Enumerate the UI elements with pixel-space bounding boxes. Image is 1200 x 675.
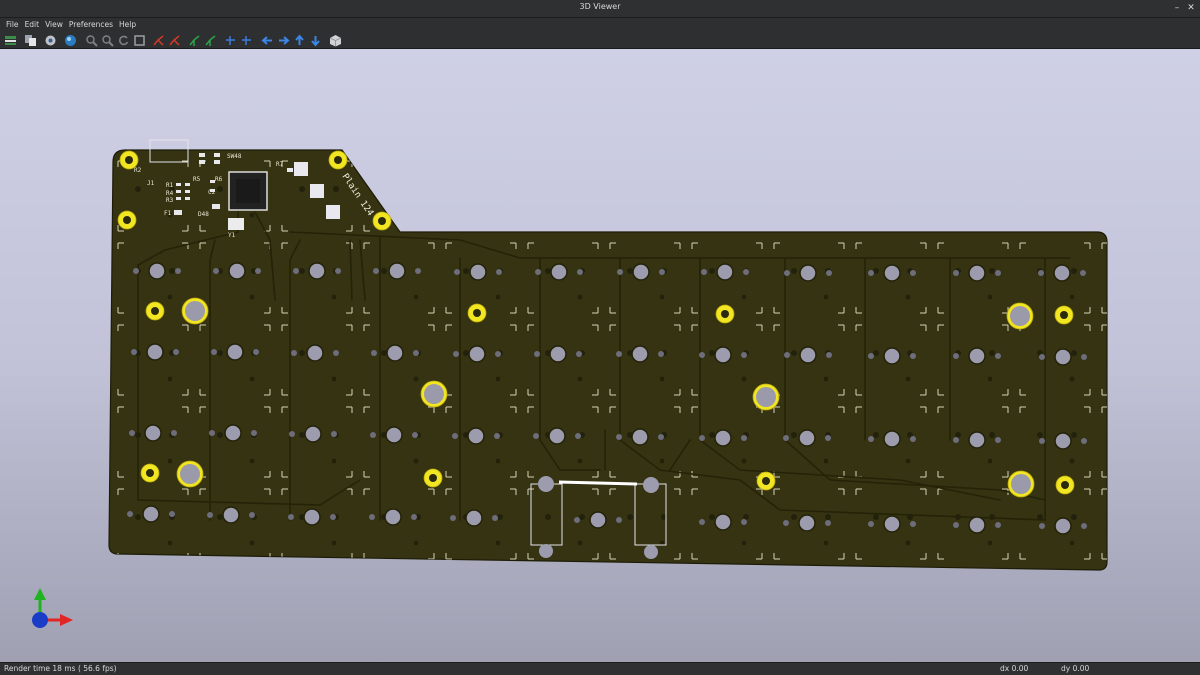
settings-icon[interactable]: [44, 34, 57, 47]
render-time-text: Render time 18 ms ( 56.6 fps): [4, 664, 117, 673]
zoom-fit-icon[interactable]: [133, 34, 146, 47]
copy-image-icon[interactable]: [24, 34, 37, 47]
label-r2: R2: [134, 167, 142, 174]
menu-edit[interactable]: Edit: [22, 18, 43, 31]
reload-board-icon[interactable]: [4, 34, 17, 47]
label-r1: R1: [166, 182, 174, 189]
redraw-icon[interactable]: [117, 34, 130, 47]
dx-readout: dx 0.00: [1000, 664, 1029, 673]
label-d48: D48: [198, 211, 209, 218]
orthographic-icon[interactable]: [329, 34, 342, 47]
status-bar: Render time 18 ms ( 56.6 fps) dx 0.00 dy…: [0, 662, 1200, 675]
minimize-icon[interactable]: –: [1171, 2, 1183, 15]
label-r7: R7: [276, 161, 284, 168]
label-r5: R5: [193, 176, 201, 183]
raytrace-icon[interactable]: [64, 34, 77, 47]
label-r3: R3: [166, 197, 174, 204]
pan-right-icon[interactable]: [277, 34, 290, 47]
rotate-x-cw-icon[interactable]: [152, 34, 165, 47]
label-j1: J1: [147, 180, 155, 187]
menu-help[interactable]: Help: [116, 18, 139, 31]
label-r4: R4: [166, 190, 174, 197]
dy-readout: dy 0.00: [1061, 664, 1090, 673]
rotate-z-ccw-icon[interactable]: [240, 34, 253, 47]
3d-canvas[interactable]: SW48 R7 R1 R5 R6 R4 R3 R2 C2 F1 D48 J1 Y…: [0, 49, 1200, 662]
label-f1: F1: [164, 210, 172, 217]
crystal: [228, 218, 244, 230]
menu-view[interactable]: View: [42, 18, 66, 31]
rotate-y-cw-icon[interactable]: [188, 34, 201, 47]
pan-down-icon[interactable]: [309, 34, 322, 47]
rotate-x-ccw-icon[interactable]: [168, 34, 181, 47]
rotate-y-ccw-icon[interactable]: [204, 34, 217, 47]
menu-bar: File Edit View Preferences Help: [0, 18, 1200, 31]
menu-preferences[interactable]: Preferences: [66, 18, 116, 31]
label-y1: Y1: [228, 232, 236, 239]
3d-viewer-window: 3D Viewer – ✕ File Edit View Preferences…: [0, 0, 1200, 675]
zoom-out-icon[interactable]: [101, 34, 114, 47]
toolbar: [0, 31, 1200, 49]
axis-gizmo: [32, 588, 73, 628]
pcb-render: SW48 R7 R1 R5 R6 R4 R3 R2 C2 F1 D48 J1 Y…: [32, 139, 1108, 628]
pan-left-icon[interactable]: [261, 34, 274, 47]
rotate-z-cw-icon[interactable]: [224, 34, 237, 47]
zoom-in-icon[interactable]: [85, 34, 98, 47]
label-sw48: SW48: [227, 153, 242, 160]
label-r6: R6: [215, 176, 223, 183]
pan-up-icon[interactable]: [293, 34, 306, 47]
window-title: 3D Viewer: [579, 2, 621, 11]
title-bar: 3D Viewer – ✕: [0, 0, 1200, 18]
label-c2: C2: [208, 189, 216, 196]
menu-file[interactable]: File: [3, 18, 22, 31]
close-icon[interactable]: ✕: [1185, 2, 1197, 15]
